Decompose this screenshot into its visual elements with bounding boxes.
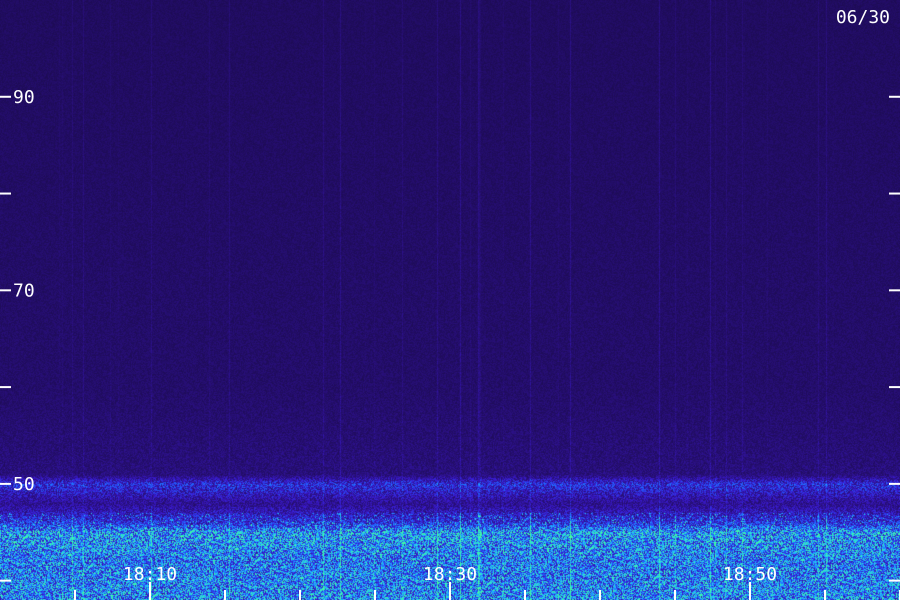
date-label: 06/30 xyxy=(836,7,890,28)
x-axis: 18:10 18:30 18:50 xyxy=(74,564,900,600)
x-tick-label: 18:50 xyxy=(723,564,777,585)
y-axis: 90 70 50 xyxy=(0,87,900,582)
y-tick-label: 90 xyxy=(13,87,35,108)
y-tick-label: 70 xyxy=(13,280,35,301)
x-tick-label: 18:10 xyxy=(123,564,177,585)
spectrogram-chart: 90 70 50 18:10 18:30 18:50 06/30 xyxy=(0,0,900,600)
axes-overlay: 90 70 50 18:10 18:30 18:50 06/30 xyxy=(0,7,900,600)
y-tick-label: 50 xyxy=(13,474,35,495)
x-tick-label: 18:30 xyxy=(423,564,477,585)
